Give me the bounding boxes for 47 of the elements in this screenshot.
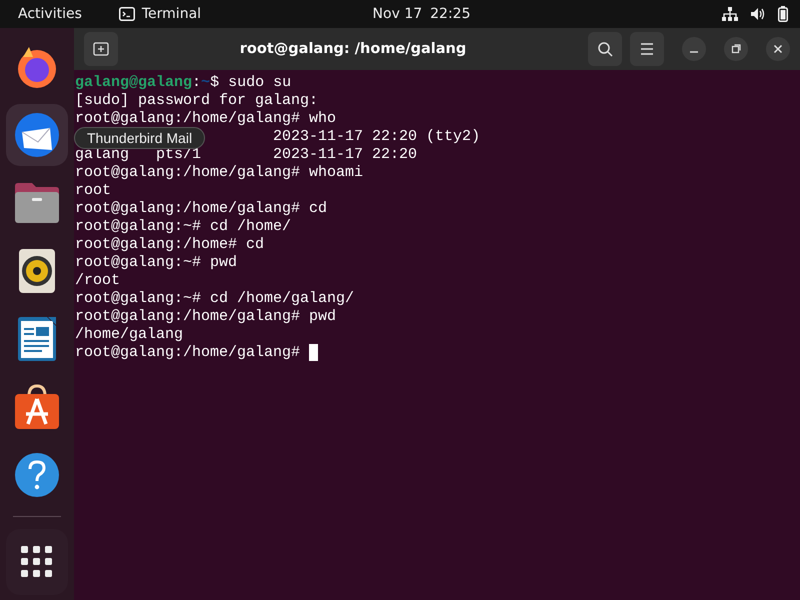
window-title: root@galang: /home/galang [238, 41, 468, 57]
time-label[interactable]: 22:25 [430, 6, 470, 22]
close-icon [773, 44, 783, 54]
menu-icon [640, 43, 654, 55]
terminal-line: root@galang:/home/galang# who [75, 110, 336, 128]
terminal-line: root@galang:/home/galang# cd [75, 200, 328, 218]
search-button[interactable] [588, 32, 622, 66]
terminal-line: galang pts/1 2023-11-17 22:20 [75, 146, 418, 164]
terminal-prompt: root@galang:/home/galang# [75, 344, 302, 362]
menu-button[interactable] [630, 32, 664, 66]
tooltip: Thunderbird Mail [74, 127, 206, 149]
app-grid-icon [21, 546, 53, 578]
terminal-line: root [75, 182, 112, 200]
minimize-button[interactable] [682, 37, 706, 61]
question-mark-icon [14, 452, 60, 498]
activities-button[interactable]: Activities [18, 6, 82, 22]
terminal-line: root@galang:/home/galang# pwd [75, 308, 336, 326]
minimize-icon [690, 51, 698, 53]
maximize-button[interactable] [724, 37, 748, 61]
plus-icon [93, 41, 109, 57]
restore-icon [731, 44, 741, 54]
terminal-line: root@galang:/home/galang# whoami [75, 164, 364, 182]
show-apps-button[interactable] [6, 529, 68, 595]
terminal-line: /home/galang [75, 326, 184, 344]
terminal-line: root@galang:/home# cd [75, 236, 264, 254]
close-button[interactable] [766, 37, 790, 61]
shopping-bag-icon [14, 384, 60, 430]
speaker-icon [18, 248, 56, 294]
terminal-line: [sudo] password for galang: [75, 92, 318, 110]
dock-item[interactable] [6, 104, 68, 166]
terminal-line: root@galang:~# cd /home/ [75, 218, 292, 236]
document-icon [17, 316, 57, 362]
terminal-line: /root [75, 272, 120, 290]
terminal-line: galang@galang:~$ sudo su [75, 74, 292, 92]
terminal-line: 2023-11-17 22:20 (tty2) [273, 128, 480, 146]
terminal-line: root@galang:~# pwd [75, 254, 238, 272]
network-icon[interactable] [722, 7, 738, 21]
date-label[interactable]: Nov 17 [372, 6, 422, 22]
new-tab-button[interactable] [84, 32, 118, 66]
terminal-line: root@galang:~# cd /home/galang/ [75, 290, 354, 308]
search-icon [597, 41, 613, 57]
text-cursor [309, 344, 318, 361]
folder-icon [14, 182, 60, 224]
battery-icon[interactable] [778, 6, 788, 22]
terminal-icon [118, 7, 135, 21]
app-menu-label[interactable]: Terminal [142, 6, 202, 22]
volume-icon[interactable] [750, 7, 766, 21]
